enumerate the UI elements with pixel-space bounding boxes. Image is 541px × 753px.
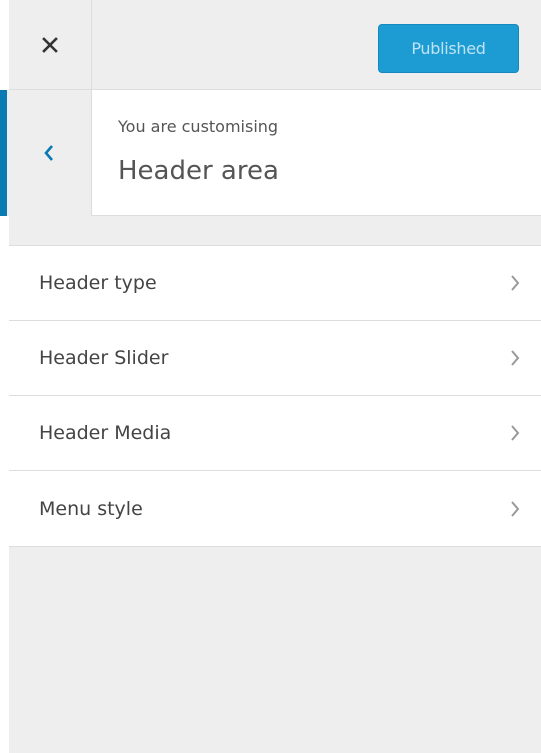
chevron-right-icon xyxy=(511,275,520,291)
customizer-topbar: Published xyxy=(9,0,541,90)
customising-label: You are customising xyxy=(118,117,279,136)
chevron-right-icon xyxy=(511,350,520,366)
close-icon xyxy=(42,37,58,53)
section-title: Header area xyxy=(118,156,279,186)
section-menu: Header type Header Slider Header Media M… xyxy=(9,245,541,547)
menu-item-label: Header Slider xyxy=(39,347,169,369)
chevron-left-icon xyxy=(44,145,53,161)
menu-item-label: Menu style xyxy=(39,497,143,520)
customizer-panel: Published You are customising Header are… xyxy=(0,0,541,753)
menu-item-menu-style[interactable]: Menu style xyxy=(9,471,541,546)
section-title-box: You are customising Header area xyxy=(92,90,541,216)
close-button[interactable] xyxy=(9,0,92,90)
chevron-right-icon xyxy=(511,425,520,441)
menu-item-header-media[interactable]: Header Media xyxy=(9,396,541,471)
chevron-right-icon xyxy=(511,500,520,517)
menu-item-label: Header type xyxy=(39,272,157,294)
menu-item-header-type[interactable]: Header type xyxy=(9,246,541,321)
published-button[interactable]: Published xyxy=(378,24,519,73)
back-button[interactable] xyxy=(0,90,92,216)
menu-item-label: Header Media xyxy=(39,422,172,444)
section-header: You are customising Header area xyxy=(0,90,541,216)
menu-item-header-slider[interactable]: Header Slider xyxy=(9,321,541,396)
